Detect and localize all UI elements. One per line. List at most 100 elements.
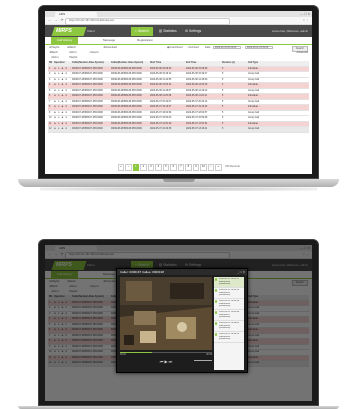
table-cell: 0000138-MOB0138-PDC3000 xyxy=(111,111,142,114)
page-number-button[interactable]: 1 xyxy=(132,164,140,171)
event-item[interactable]: 2020-05-11 15:46:13 000000209 (00000000) xyxy=(214,332,244,343)
event-item[interactable]: 2020-05-11 15:45:44 000000207 (00000000) xyxy=(214,310,244,321)
player-window-controls[interactable]: _ □ ✕ xyxy=(237,269,245,275)
page-number-button[interactable]: 5 xyxy=(162,164,170,171)
browser-urlbar: ← → ⟳ https://10.212.187.39/3.0/call/ind… xyxy=(45,17,312,25)
page-first-button[interactable]: « xyxy=(117,164,125,171)
user-info[interactable]: Home bas | Welcome, admin xyxy=(272,25,308,37)
table-cell: 2020-05-08 14:44:55 xyxy=(150,78,172,81)
table-cell: 0000138-MOB0138-PDC3000 xyxy=(111,84,142,86)
table-row[interactable]: 12⊕ ⊙ ✚ ⬇ ⋮0000167-MOB0167-PDC3000000013… xyxy=(48,127,309,133)
laptop-base xyxy=(18,179,339,187)
table-cell: Individual... xyxy=(248,67,260,70)
page-number-button[interactable]: 7 xyxy=(177,164,185,171)
transport-controls[interactable]: ⏮ ▶ ⏭ xyxy=(120,359,212,364)
table-cell: 0000167-MOB0167-PDC3000 xyxy=(72,95,103,97)
row-operation-icons[interactable]: ⊕ ⊙ ✚ ⬇ ⋮ xyxy=(54,89,72,94)
table-cell: 0000167-MOB0167-PDC3000 xyxy=(72,73,103,75)
event-item[interactable]: 2020-05-11 15:46:01 000000208 (00000000) xyxy=(214,321,244,332)
event-item[interactable]: 2020-05-11 15:45:26 000000205 (00000000) xyxy=(214,288,244,299)
table-cell: 0000167-MOB0167-PDC3000 xyxy=(72,111,103,114)
address-bar[interactable]: https://10.212.187.39/3.0/call/indexnew xyxy=(65,18,230,25)
batch-download-button[interactable]: ⬇ Batch Add to Download xyxy=(49,50,63,64)
page-number-button[interactable]: 2 xyxy=(140,164,147,171)
column-header[interactable]: End Time xyxy=(186,61,222,66)
date-from-input[interactable]: 2020-04-01 00:00:00 xyxy=(213,45,241,50)
call-table: SN Operation Caller(Number-Alias-System) Ca… xyxy=(48,61,309,133)
table-cell: 0000167-MOB0167-PDC3000 xyxy=(72,128,103,130)
row-operation-icons[interactable]: ⊕ ⊙ ✚ ⬇ ⋮ xyxy=(54,72,72,77)
row-operation-icons[interactable]: ⊕ ⊙ ✚ ⬇ ⋮ xyxy=(54,111,72,116)
nav-statistics[interactable]: ▥ Statistics xyxy=(155,27,181,36)
table-cell: Individual... xyxy=(248,106,260,108)
event-item[interactable]: 2020-05-11 15:45:36 000000206 (00000000) xyxy=(214,299,244,310)
row-operation-icons[interactable]: ⊕ ⊙ ✚ ⬇ ⋮ xyxy=(54,100,72,105)
table-cell: 2020-05-07 14:51:29 xyxy=(150,122,172,125)
table-cell: 0000138-MOB0138-PDC3000 xyxy=(111,95,142,97)
event-dot-icon xyxy=(215,300,218,303)
laptop-notch xyxy=(162,179,195,182)
page-prev-button[interactable]: ‹ xyxy=(125,164,132,171)
column-header[interactable]: Duration (s) xyxy=(222,61,248,66)
date-to-input[interactable]: 2020-05-11 23:59:59 xyxy=(245,45,273,50)
page-number-button[interactable]: 10 xyxy=(200,164,207,171)
table-cell: Individual... xyxy=(248,95,260,97)
browser-menu-icon[interactable]: ☆ ⋮ xyxy=(302,17,309,24)
event-sub: (00000000) xyxy=(219,338,231,341)
table-cell: Group Call xyxy=(248,100,259,103)
row-operation-icons[interactable]: ⊕ ⊙ ✚ ⬇ ⋮ xyxy=(54,67,72,72)
table-cell: Group Call xyxy=(248,78,259,81)
time-readout: 00:02 00:05 xyxy=(120,354,212,356)
table-cell: 0000138-MOB0138-PDC3000 xyxy=(111,117,142,119)
page-number-button[interactable]: 4 xyxy=(155,164,162,171)
page-number-button[interactable]: 9 xyxy=(192,164,200,171)
player-title: Caller: 0000167 Callee: 0000138 _ □ ✕ xyxy=(117,269,247,275)
advanced-link[interactable]: Advanced xyxy=(296,50,308,55)
table-cell: 2020-05-08 15:49:17 xyxy=(186,73,208,75)
nav-search[interactable]: ⌕ Search xyxy=(131,26,153,36)
table-cell: 2020-05-08 14:45:00 xyxy=(186,78,208,81)
row-operation-icons[interactable]: ⊕ ⊙ ✚ ⬇ ⋮ xyxy=(54,127,72,132)
tab-message[interactable]: Message xyxy=(97,37,121,44)
export-button[interactable]: ⇪ Export xyxy=(89,50,99,55)
table-cell: Group Call xyxy=(248,117,259,119)
tab-call-history[interactable]: Call History xyxy=(51,37,79,44)
column-header[interactable]: Start Time xyxy=(150,61,186,66)
event-dot-icon xyxy=(215,333,218,336)
table-cell: 0000138-MOB0138-PDC3000 xyxy=(111,100,142,103)
table-cell: 5 xyxy=(222,111,224,114)
table-cell: 2020-05-08 13:03:14 xyxy=(150,84,172,86)
column-header[interactable]: Call Type xyxy=(248,61,276,66)
row-operation-icons[interactable]: ⊕ ⊙ ✚ ⬇ ⋮ xyxy=(54,105,72,110)
browser-nav-buttons[interactable]: ← → ⟳ xyxy=(48,17,65,24)
volume-slider[interactable] xyxy=(194,360,212,361)
table-cell: 2020-05-07 15:54:03 xyxy=(150,117,172,119)
page-number-button[interactable]: 3 xyxy=(147,164,155,171)
nav-settings[interactable]: ⚙ Settings xyxy=(181,27,205,36)
row-operation-icons[interactable]: ⊕ ⊙ ✚ ⬇ ⋮ xyxy=(54,83,72,88)
table-cell: 5 xyxy=(222,95,224,97)
page-last-button[interactable]: » xyxy=(215,164,222,171)
table-cell: 2020-05-07 15:54:08 xyxy=(186,117,208,119)
video-frame[interactable] xyxy=(120,277,212,350)
event-item[interactable]: 2020-05-11 15:45:21 000000204 (00000000) xyxy=(214,277,244,288)
table-cell: 2020-05-07 18:04:52 xyxy=(150,111,172,114)
column-header[interactable]: Operation xyxy=(54,61,72,66)
table-cell: 2020-05-08 12:49:12 xyxy=(186,89,208,92)
row-operation-icons[interactable]: ⊕ ⊙ ✚ ⬇ ⋮ xyxy=(54,94,72,99)
column-header[interactable]: Callee(Number-Alias-System) xyxy=(111,61,150,66)
row-operation-icons[interactable]: ⊕ ⊙ ✚ ⬇ ⋮ xyxy=(54,78,72,83)
page-next-button[interactable]: › xyxy=(207,164,215,171)
table-cell: 2020-05-08 15:09:33 xyxy=(150,67,172,70)
time-total: 00:05 xyxy=(206,354,212,356)
app-logo: MIRPS xyxy=(51,26,87,36)
row-operation-icons[interactable]: ⊕ ⊙ ✚ ⬇ ⋮ xyxy=(54,116,72,121)
page-number-button[interactable]: 8 xyxy=(185,164,192,171)
column-header[interactable]: Caller(Number-Alias-System) xyxy=(72,61,111,66)
tab-registration[interactable]: Registration xyxy=(131,37,159,44)
app-logo-sub: Client xyxy=(87,29,95,33)
page-number-button[interactable]: 6 xyxy=(170,164,177,171)
row-operation-icons[interactable]: ⊕ ⊙ ✚ ⬇ ⋮ xyxy=(54,122,72,127)
table-cell: 2020-05-08 12:49:07 xyxy=(150,89,172,92)
table-cell: 2020-05-07 14:51:34 xyxy=(186,122,208,125)
